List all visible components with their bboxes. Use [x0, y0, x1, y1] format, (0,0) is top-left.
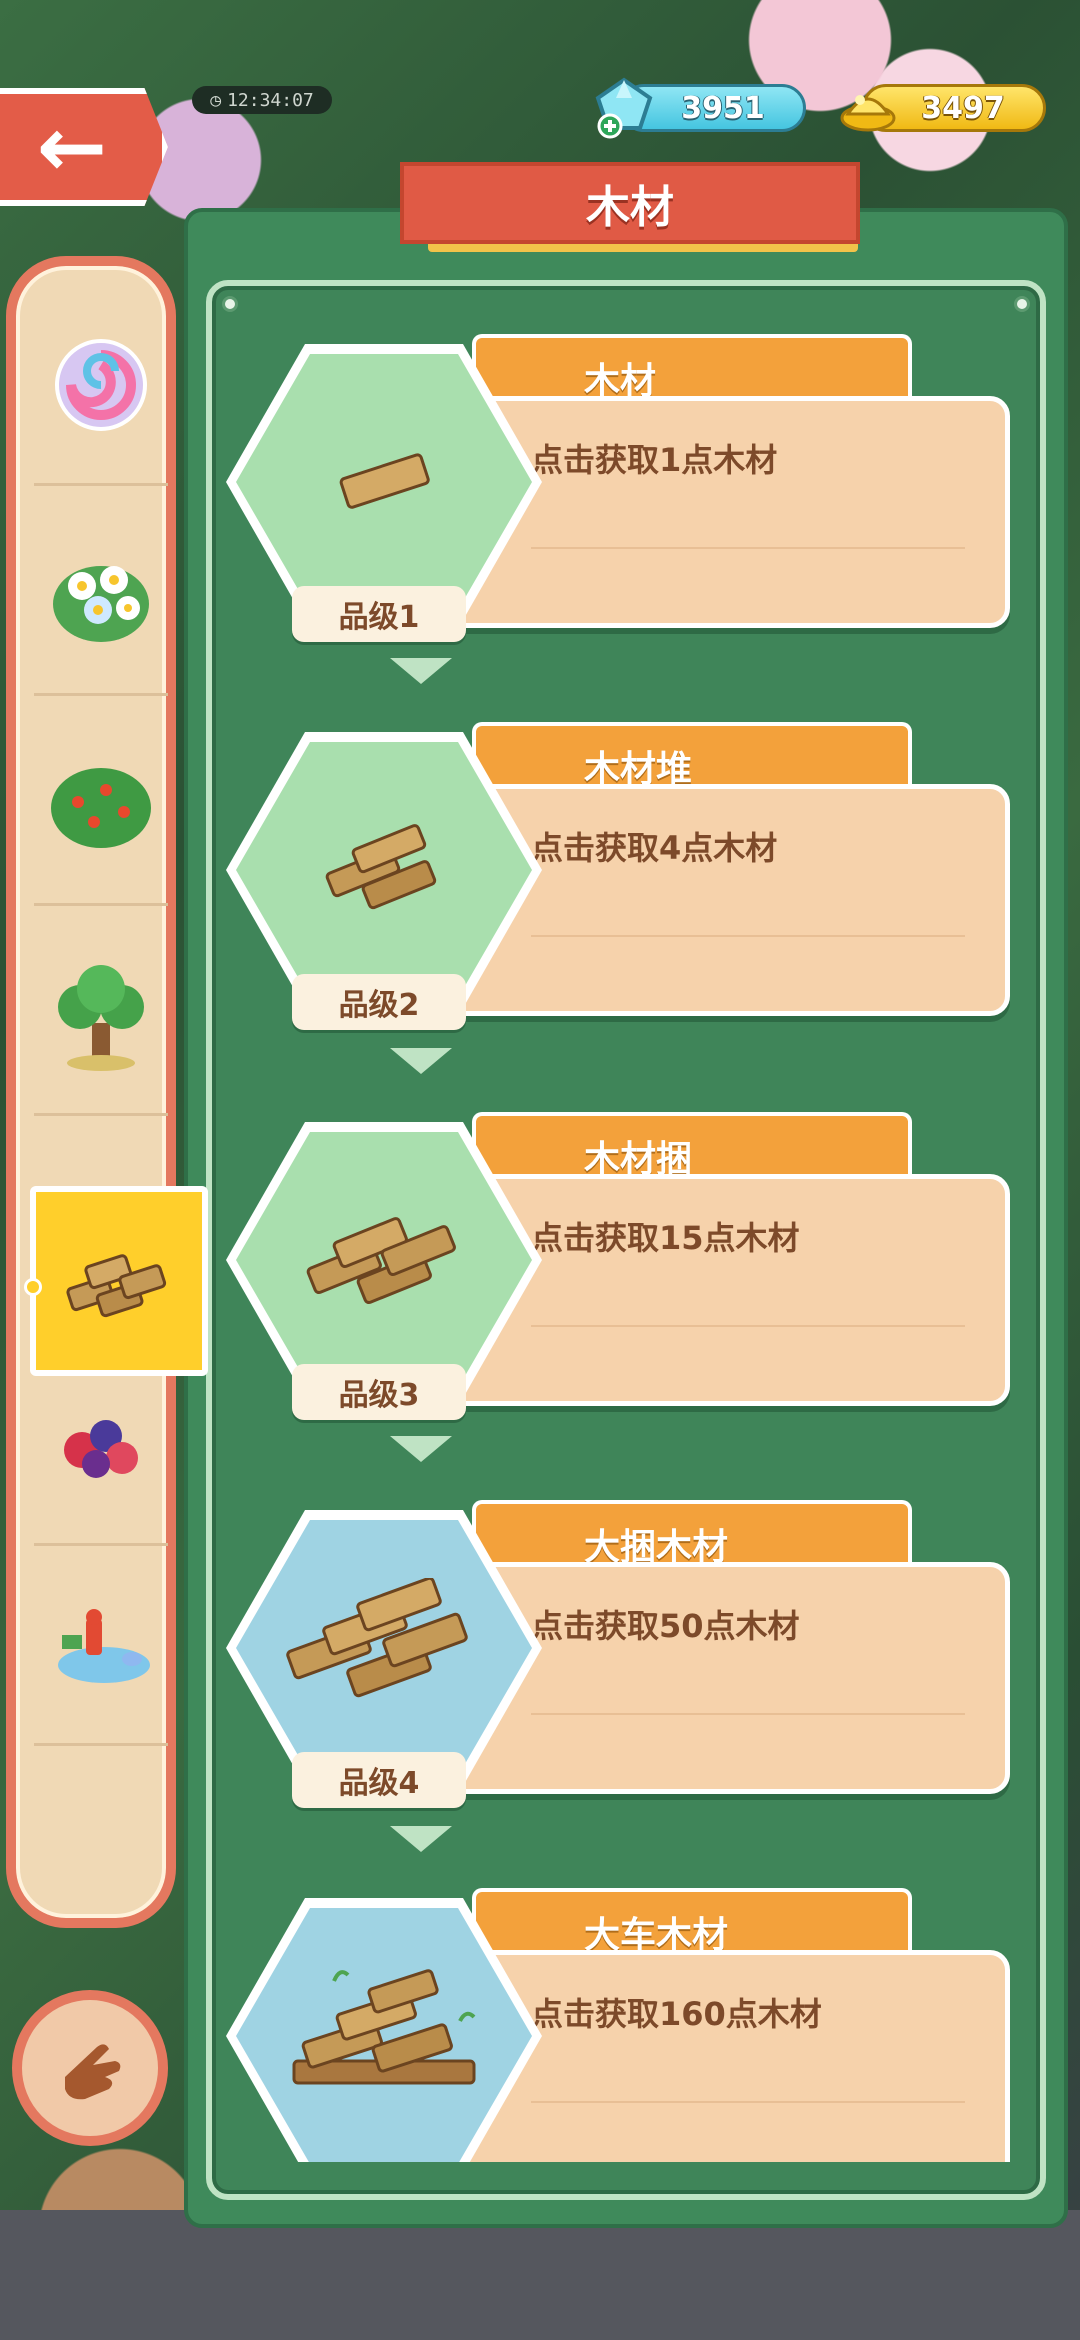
clock-icon: ◷: [210, 89, 222, 111]
divider: [531, 1325, 965, 1327]
category-berries[interactable]: [34, 1346, 168, 1546]
divider: [531, 935, 965, 937]
fruit-bush-icon: [51, 767, 151, 848]
grade-badge: 品级4: [292, 1752, 466, 1808]
hand-pointer-button[interactable]: [12, 1990, 168, 2146]
item-row-grade3[interactable]: 木材捆 点击获取15点木材 品级3: [226, 1112, 1016, 1442]
selected-indicator: [24, 1278, 42, 1296]
wood-plank-icon: [339, 453, 430, 509]
tree-icon: [58, 964, 144, 1071]
divider: [531, 1713, 965, 1715]
grade-badge: 品级1: [292, 586, 466, 642]
item-icon-bg: [236, 354, 532, 610]
grade-badge: 品级3: [292, 1364, 466, 1420]
rivet: [222, 296, 238, 312]
berries-icon: [64, 1419, 138, 1478]
grade-badge: 品级2: [292, 974, 466, 1030]
category-sidebar: [6, 256, 208, 1928]
grade-text: 品级4: [338, 1766, 420, 1801]
category-decor[interactable]: [34, 1546, 168, 1746]
wood-cart-icon: [292, 1969, 476, 2085]
category-fruit[interactable]: [34, 706, 168, 906]
item-desc: 点击获取1点木材: [531, 441, 778, 479]
wood-pile-icon: [325, 824, 437, 910]
wood-bundle-icon: [306, 1217, 456, 1305]
item-icon-bg: [236, 1908, 532, 2162]
gem-count: 3951: [681, 90, 765, 126]
category-wood[interactable]: [24, 1186, 208, 1376]
timer-badge: ◷ 12:34:07: [192, 86, 332, 114]
item-row-grade2[interactable]: 木材堆 点击获取4点木材 品级2: [226, 722, 1016, 1052]
chevron-down-icon: [386, 1432, 456, 1466]
flower-bush-icon: [53, 565, 149, 642]
timer-text: 12:34:07: [227, 89, 314, 111]
grade-text: 品级2: [338, 988, 420, 1023]
add-gems-icon[interactable]: [592, 76, 656, 140]
item-desc: 点击获取4点木材: [531, 829, 778, 867]
divider: [531, 547, 965, 549]
hand-pointer-icon: [65, 2044, 121, 2100]
panel-title-text: 木材: [586, 182, 674, 233]
panel-title: 木材: [400, 162, 860, 244]
wood-logs-icon: [66, 1254, 167, 1318]
item-row-grade5[interactable]: 大车木材 点击获取160点木材: [226, 1888, 1016, 2162]
item-row-grade4[interactable]: 大捆木材 点击获取50点木材 品级4: [226, 1500, 1016, 1830]
gold-ingot-icon: [840, 95, 896, 132]
chevron-down-icon: [386, 1044, 456, 1078]
item-desc: 点击获取50点木材: [531, 1607, 800, 1645]
item-icon-bg: [236, 1520, 532, 1776]
category-candy[interactable]: [34, 286, 168, 486]
divider: [531, 2101, 965, 2103]
item-icon-bg: [236, 1132, 532, 1388]
chevron-down-icon: [386, 1822, 456, 1856]
item-desc: 点击获取15点木材: [531, 1219, 800, 1257]
road-background: [0, 2210, 1080, 2340]
item-icon-bg: [236, 742, 532, 998]
back-arrow-icon: ←: [36, 98, 108, 196]
grade-text: 品级3: [338, 1378, 420, 1413]
category-trees[interactable]: [34, 916, 168, 1116]
gold-count: 3497: [921, 90, 1005, 126]
grade-text: 品级1: [338, 600, 420, 635]
hydrant-pond-icon: [58, 1608, 150, 1683]
item-desc: 点击获取160点木材: [531, 1995, 822, 2033]
chevron-down-icon: [386, 654, 456, 688]
rivet: [1014, 296, 1030, 312]
category-flowers[interactable]: [34, 496, 168, 696]
large-wood-bundle-icon: [286, 1578, 468, 1698]
item-row-grade1[interactable]: 木材 点击获取1点木材 品级1: [226, 334, 1016, 664]
candy-orb-icon: [55, 338, 147, 431]
back-button[interactable]: ←: [0, 88, 168, 206]
